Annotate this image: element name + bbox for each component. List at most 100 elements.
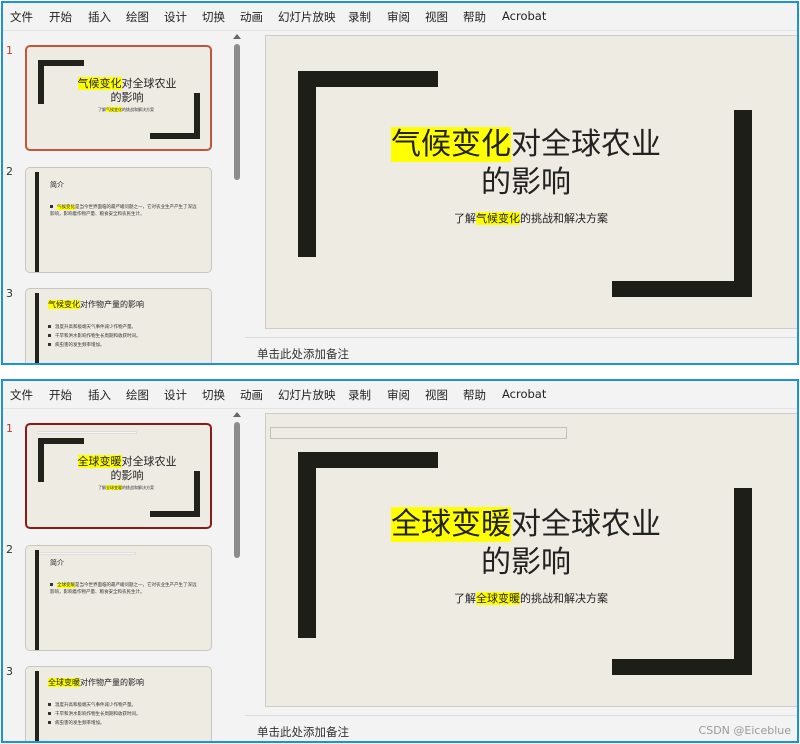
keyword-highlight: 全球变暖 xyxy=(391,507,511,542)
menu-review[interactable]: 审阅 xyxy=(387,9,410,25)
notes-placeholder[interactable]: 单击此处添加备注 xyxy=(257,346,349,362)
thumb-bullet-list: 温度升高和极端天气事件减少作物产量。 干旱和洪水影响作物生长周期和收获时间。 病… xyxy=(48,701,198,728)
slide-thumbnail-panel: 1 气候变化对全球农业 的影响 了解气候变化的挑战和解决方案 2 简介 气候变化是… xyxy=(3,32,243,363)
decor-bar xyxy=(612,659,752,675)
title-text: 对全球农业 xyxy=(121,77,177,90)
bullet-icon xyxy=(48,325,51,328)
keyword-highlight: 气候变化 xyxy=(476,212,520,225)
menu-slideshow[interactable]: 幻灯片放映 xyxy=(278,387,336,403)
scroll-up-icon[interactable] xyxy=(233,412,241,417)
decor-bar xyxy=(38,60,84,66)
menu-view[interactable]: 视图 xyxy=(425,9,448,25)
title-text: 的影响 xyxy=(481,545,571,580)
decor-bar xyxy=(35,293,39,363)
menu-file[interactable]: 文件 xyxy=(10,387,33,403)
menu-record[interactable]: 录制 xyxy=(348,387,371,403)
thumb-heading: 简介 xyxy=(50,181,64,189)
slide-subtitle[interactable]: 了解全球变暖的挑战和解决方案 xyxy=(386,590,676,606)
subtitle-text: 了解 xyxy=(98,107,106,112)
menu-help[interactable]: 帮助 xyxy=(463,387,486,403)
slide-canvas[interactable]: 气候变化对全球农业 的影响 了解气候变化的挑战和解决方案 xyxy=(265,35,797,329)
menu-transitions[interactable]: 切换 xyxy=(202,9,225,25)
heading-text: 对作物产量的影响 xyxy=(80,678,144,687)
slide-subtitle[interactable]: 了解气候变化的挑战和解决方案 xyxy=(386,210,676,226)
decor-bar xyxy=(298,452,316,638)
decor-bar xyxy=(150,511,200,517)
notes-placeholder[interactable]: 单击此处添加备注 xyxy=(257,724,349,740)
title-text: 对全球农业 xyxy=(511,507,661,542)
powerpoint-window-after: 文件 开始 插入 绘图 设计 切换 动画 幻灯片放映 录制 审阅 视图 帮助 A… xyxy=(1,379,799,743)
slide-thumbnail-1[interactable]: 气候变化对全球农业 的影响 了解气候变化的挑战和解决方案 xyxy=(25,45,212,151)
decor-bar xyxy=(612,281,752,297)
menu-draw[interactable]: 绘图 xyxy=(126,387,149,403)
decor-bar xyxy=(298,71,438,87)
menu-insert[interactable]: 插入 xyxy=(88,387,111,403)
bullet-icon xyxy=(50,205,53,208)
keyword-highlight: 全球变暖 xyxy=(48,678,80,687)
list-item: 病虫害的发生频率增加。 xyxy=(48,341,198,350)
scroll-thumb[interactable] xyxy=(234,422,240,558)
subtitle-text: 了解 xyxy=(98,485,106,490)
list-item-text: 温度升高和极端天气事件减少作物产量。 xyxy=(55,703,136,708)
bullet-icon xyxy=(48,334,51,337)
title-text: 的影响 xyxy=(110,91,144,104)
notes-pane[interactable]: 单击此处添加备注 xyxy=(245,337,797,363)
decor-bar xyxy=(38,438,84,444)
menu-help[interactable]: 帮助 xyxy=(463,9,486,25)
slide-thumbnail-2[interactable]: 简介 气候变化是当今世界面临的最严峻问题之一，它对农业生产产生了深远影响，影响着… xyxy=(25,167,212,273)
list-item-text: 温度升高和极端天气事件减少作物产量。 xyxy=(55,325,136,330)
thumb-title: 全球变暖对全球农业 的影响 xyxy=(57,455,197,483)
menu-animations[interactable]: 动画 xyxy=(240,387,263,403)
slide-thumbnail-2[interactable]: 简介 全球变暖是当今世界面临的最严峻问题之一，它对农业生产产生了深远影响，影响着… xyxy=(25,545,212,651)
decor-bar xyxy=(38,60,44,104)
menu-transitions[interactable]: 切换 xyxy=(202,387,225,403)
thumb-title: 气候变化对全球农业 的影响 xyxy=(57,77,197,105)
slide-title[interactable]: 全球变暖对全球农业 的影响 xyxy=(356,506,696,582)
scroll-thumb[interactable] xyxy=(234,44,240,180)
slide-number: 2 xyxy=(6,165,13,178)
menu-animations[interactable]: 动画 xyxy=(240,9,263,25)
thumb-subtitle: 了解全球变暖的挑战和解决方案 xyxy=(71,485,181,491)
decor-bar xyxy=(150,133,200,139)
keyword-highlight: 全球变暖 xyxy=(77,455,122,468)
bullet-icon xyxy=(48,703,51,706)
thumb-body: 全球变暖是当今世界面临的最严峻问题之一，它对农业生产产生了深远影响，影响着作物产… xyxy=(50,582,200,596)
menu-design[interactable]: 设计 xyxy=(164,9,187,25)
menu-record[interactable]: 录制 xyxy=(348,9,371,25)
slide-thumbnail-1[interactable]: 全球变暖对全球农业 的影响 了解全球变暖的挑战和解决方案 xyxy=(25,423,212,529)
keyword-highlight: 全球变暖 xyxy=(106,485,122,490)
menu-home[interactable]: 开始 xyxy=(49,9,72,25)
subtitle-text: 了解 xyxy=(454,212,476,225)
slide-title[interactable]: 气候变化对全球农业 的影响 xyxy=(356,126,696,202)
slide-canvas[interactable]: 全球变暖对全球农业 的影响 了解全球变暖的挑战和解决方案 xyxy=(265,413,797,707)
scroll-up-icon[interactable] xyxy=(233,34,241,39)
title-text: 的影响 xyxy=(110,469,144,482)
menu-view[interactable]: 视图 xyxy=(425,387,448,403)
menu-home[interactable]: 开始 xyxy=(49,387,72,403)
slide-thumbnail-3[interactable]: 气候变化对作物产量的影响 温度升高和极端天气事件减少作物产量。 干旱和洪水影响作… xyxy=(25,288,212,363)
menu-design[interactable]: 设计 xyxy=(164,387,187,403)
powerpoint-window-before: 文件 开始 插入 绘图 设计 切换 动画 幻灯片放映 录制 审阅 视图 帮助 A… xyxy=(1,1,799,365)
list-item: 温度升高和极端天气事件减少作物产量。 xyxy=(48,323,198,332)
thumbnail-scrollbar[interactable] xyxy=(231,32,243,363)
title-text: 对全球农业 xyxy=(121,455,177,468)
menu-acrobat[interactable]: Acrobat xyxy=(502,9,546,23)
thumbnail-scrollbar[interactable] xyxy=(231,410,243,741)
menu-slideshow[interactable]: 幻灯片放映 xyxy=(278,9,336,25)
bullet-icon xyxy=(48,343,51,346)
decor-bar xyxy=(35,172,39,272)
menu-insert[interactable]: 插入 xyxy=(88,9,111,25)
title-text: 的影响 xyxy=(481,165,571,200)
list-item-text: 干旱和洪水影响作物生长周期和收获时间。 xyxy=(55,712,141,717)
heading-text: 对作物产量的影响 xyxy=(80,300,144,309)
decor-bar xyxy=(35,671,39,741)
menu-review[interactable]: 审阅 xyxy=(387,387,410,403)
menu-file[interactable]: 文件 xyxy=(10,9,33,25)
slide-number: 2 xyxy=(6,543,13,556)
menu-draw[interactable]: 绘图 xyxy=(126,9,149,25)
slide-thumbnail-3[interactable]: 全球变暖对作物产量的影响 温度升高和极端天气事件减少作物产量。 干旱和洪水影响作… xyxy=(25,666,212,741)
list-item-text: 病虫害的发生频率增加。 xyxy=(55,343,105,348)
menu-acrobat[interactable]: Acrobat xyxy=(502,387,546,401)
keyword-highlight: 气候变化 xyxy=(391,127,511,162)
keyword-highlight: 全球变暖 xyxy=(476,592,520,605)
